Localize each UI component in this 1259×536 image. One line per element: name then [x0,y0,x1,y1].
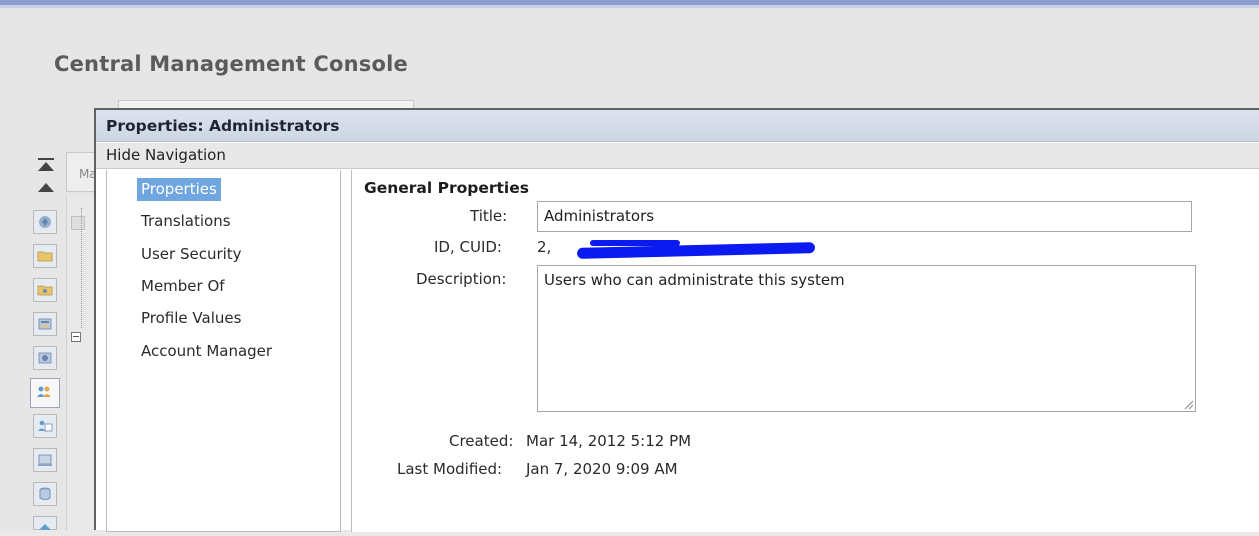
scroll-to-top-icon[interactable] [37,158,55,172]
personal-folders-icon[interactable] [33,278,57,302]
tree-collapse-icon[interactable] [71,332,81,342]
left-icon-toolbar [30,152,64,530]
folders-icon[interactable] [33,244,57,268]
created-label: Created: [449,432,514,450]
resize-grip-icon[interactable] [1183,399,1193,409]
last-modified-label: Last Modified: [397,460,503,478]
dialog-title[interactable]: Properties: Administrators [96,110,1259,142]
background-tab[interactable]: Ma [66,152,97,192]
background-tree [66,196,96,530]
created-value: Mar 14, 2012 5:12 PM [526,432,692,450]
nav-item-profile-values[interactable]: Profile Values [141,309,241,327]
content-panel: General Properties Title: Administrators… [351,170,1259,532]
tree-connector [81,208,82,328]
inboxes-icon[interactable] [33,414,57,438]
title-input[interactable]: Administrators [537,201,1192,232]
title-label: Title: [470,207,508,225]
general-properties-heading: General Properties [364,179,529,197]
properties-dialog: Properties: Administrators Hide Navigati… [94,108,1259,532]
servers-icon[interactable] [33,448,57,472]
nav-item-member-of[interactable]: Member Of [141,277,225,295]
hide-navigation-link[interactable]: Hide Navigation [106,146,226,164]
tree-node-icon [71,216,85,230]
personal-categories-icon[interactable] [33,346,57,370]
nav-header: Hide Navigation [96,143,1259,169]
last-modified-value: Jan 7, 2020 9:09 AM [526,460,678,478]
nav-item-properties[interactable]: Properties [137,178,221,201]
description-text: Users who can administrate this system [544,271,845,289]
description-label: Description: [416,270,507,288]
nav-item-account-manager[interactable]: Account Manager [141,342,272,360]
databases-icon[interactable] [33,482,57,506]
id-cuid-label: ID, CUID: [434,238,502,256]
scroll-up-icon[interactable] [37,182,55,196]
nav-item-translations[interactable]: Translations [141,212,231,230]
app-title: Central Management Console [54,52,408,76]
users-groups-icon[interactable] [30,378,60,408]
categories-icon[interactable] [33,312,57,336]
id-cuid-value: 2, [537,238,552,256]
navigation-panel: Properties Translations User Security Me… [106,170,341,532]
nav-item-user-security[interactable]: User Security [141,245,242,263]
cmc-home-icon[interactable] [33,210,57,234]
applications-icon[interactable] [33,516,57,530]
description-textarea[interactable]: Users who can administrate this system [537,265,1196,412]
